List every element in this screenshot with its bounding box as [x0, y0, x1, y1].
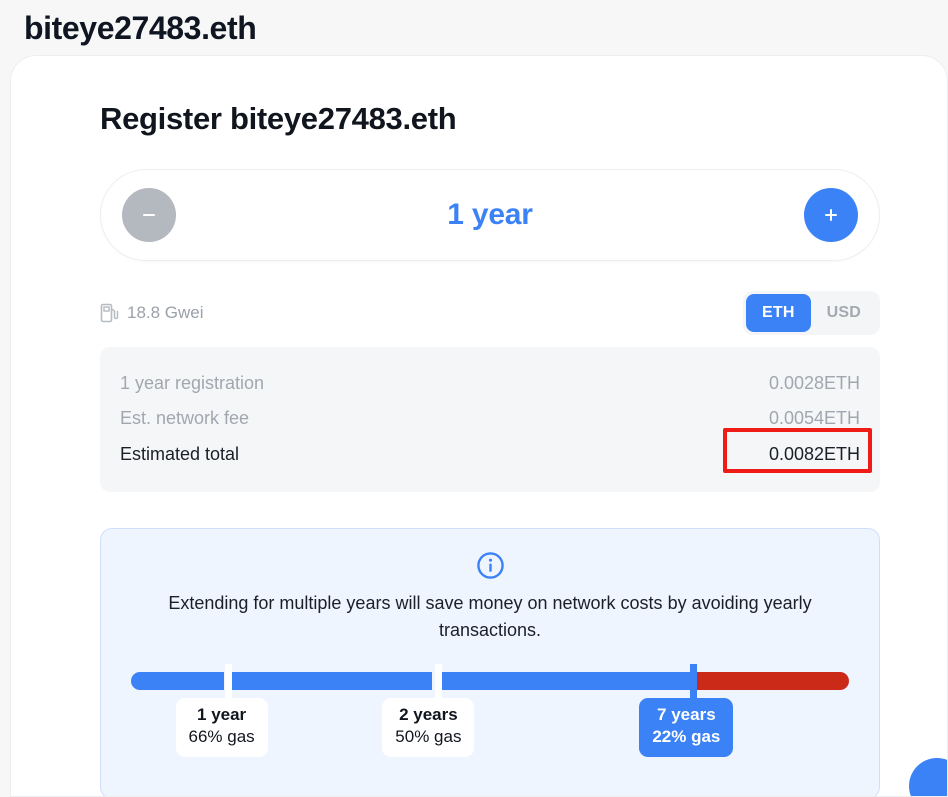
breakdown-row-total: Estimated total 0.0082ETH: [120, 428, 872, 473]
gas-savings-segment: [438, 672, 690, 690]
register-heading: Register biteye27483.eth: [100, 101, 457, 136]
breakdown-label: Est. network fee: [120, 408, 250, 428]
currency-option-eth[interactable]: ETH: [746, 294, 811, 332]
gas-savings-marker[interactable]: [434, 664, 442, 698]
tooltip-years: 7 years: [657, 705, 716, 724]
gas-savings-tooltip[interactable]: 1 year 66% gas: [175, 698, 268, 757]
gas-savings-bar-track: [131, 672, 849, 690]
estimated-total-label: Estimated total: [120, 444, 240, 464]
duration-value: 1 year: [447, 198, 533, 231]
breakdown-label: 1 year registration: [120, 373, 265, 393]
duration-stepper: 1 year: [100, 169, 880, 261]
increment-year-button[interactable]: [804, 188, 858, 242]
plus-icon: [825, 209, 837, 221]
card-content: Register biteye27483.eth 1 year 18.8 Gwe…: [100, 101, 880, 796]
estimated-total-wrap: 0.0082ETH: [723, 428, 872, 473]
multi-year-info-panel: Extending for multiple years will save m…: [100, 528, 880, 796]
decrement-year-button[interactable]: [122, 188, 176, 242]
info-panel-text: Extending for multiple years will save m…: [168, 593, 812, 640]
gas-savings-chart: 1 year 66% gas 2 years 50% gas 7 years 22% ga…: [131, 664, 849, 772]
gas-price-text: 18.8 Gwei: [127, 303, 204, 322]
page-header: biteye27483.eth: [0, 0, 948, 56]
gas-and-currency-row: 18.8 Gwei ETH USD: [100, 287, 880, 339]
breakdown-row-network-fee: Est. network fee 0.0054ETH: [120, 401, 860, 436]
gas-price-display: 18.8 Gwei: [100, 302, 204, 324]
info-icon-wrap: [131, 551, 849, 580]
gas-savings-segment: [131, 672, 225, 690]
breakdown-row-registration: 1 year registration 0.0028ETH: [120, 366, 860, 401]
gas-savings-marker[interactable]: [689, 664, 697, 698]
chat-bubble-icon[interactable]: [909, 758, 947, 796]
estimated-total-value: 0.0082ETH: [768, 444, 860, 464]
info-circle-icon: [476, 552, 504, 579]
price-breakdown: 1 year registration 0.0028ETH Est. netwo…: [100, 347, 880, 492]
page-title: biteye27483.eth: [24, 9, 257, 46]
gas-savings-tooltip[interactable]: 2 years 50% gas: [382, 698, 475, 757]
breakdown-value: 0.0028ETH: [768, 373, 860, 393]
gas-pump-icon: [100, 303, 119, 323]
tooltip-gas: 66% gas: [188, 726, 255, 746]
gas-savings-marker[interactable]: [225, 664, 233, 698]
gas-savings-tooltip[interactable]: 7 years 22% gas: [639, 698, 734, 757]
tooltip-years: 1 year: [197, 705, 247, 724]
currency-toggle: ETH USD: [743, 291, 880, 335]
tooltip-years: 2 years: [399, 705, 458, 724]
tooltip-gas: 50% gas: [395, 726, 462, 746]
gas-savings-segment: [693, 672, 849, 690]
currency-option-usd[interactable]: USD: [811, 294, 877, 332]
gas-savings-segment: [230, 672, 432, 690]
tooltip-gas: 22% gas: [652, 726, 721, 746]
register-card: Register biteye27483.eth 1 year 18.8 Gwe…: [10, 55, 948, 797]
breakdown-value: 0.0054ETH: [768, 408, 860, 428]
minus-icon: [143, 214, 155, 216]
